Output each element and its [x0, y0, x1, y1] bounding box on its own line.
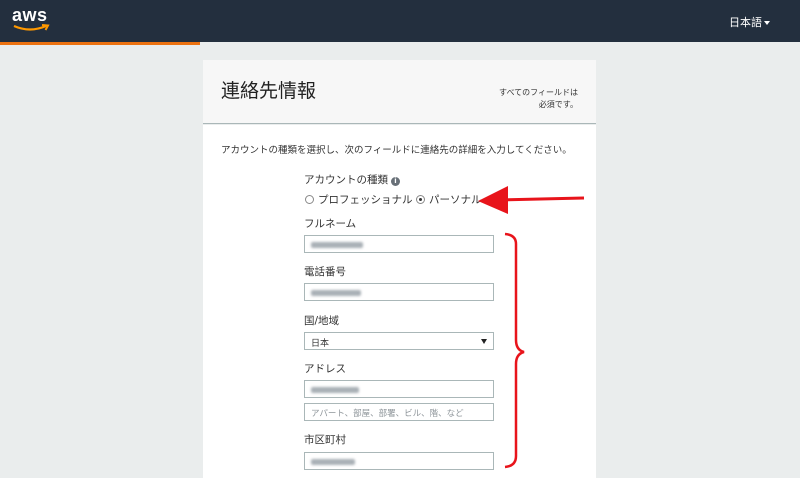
blurred-value	[311, 290, 361, 296]
caret-down-icon	[764, 21, 770, 25]
radio-button-professional[interactable]	[305, 195, 314, 204]
personal-label: パーソナル	[429, 194, 482, 206]
phone-label: 電話番号	[304, 266, 346, 278]
country-value: 日本	[311, 339, 330, 349]
required-note-line1: すべてのフィールドは	[499, 88, 578, 97]
intro-text: アカウントの種類を選択し、次のフィールドに連絡先の詳細を入力してください。	[221, 145, 572, 156]
info-icon[interactable]: i	[391, 177, 400, 186]
blurred-value	[311, 387, 359, 393]
phone-input[interactable]	[304, 283, 494, 301]
full-name-label: フルネーム	[304, 218, 357, 230]
smile-arrow-icon	[13, 24, 50, 31]
account-type-label: アカウントの種類 i	[304, 172, 400, 187]
country-label: 国/地域	[304, 315, 340, 327]
caret-down-icon	[481, 339, 487, 344]
address-line1-input[interactable]	[304, 380, 494, 398]
radio-button-personal[interactable]	[416, 195, 425, 204]
city-input[interactable]	[304, 452, 494, 470]
progress-fill	[0, 42, 200, 45]
blurred-value	[311, 459, 355, 465]
page-title: 連絡先情報	[221, 80, 317, 102]
contact-form: アカウントの種類を選択し、次のフィールドに連絡先の詳細を入力してください。 アカ…	[203, 125, 596, 478]
personal-radio[interactable]: パーソナル	[416, 192, 482, 207]
card-header: 連絡先情報 すべてのフィールドは 必須です。	[203, 60, 596, 124]
full-name-input[interactable]	[304, 235, 494, 253]
address-line2-placeholder: アパート、部屋、部署、ビル、階、など	[311, 409, 464, 419]
signup-progress-bar	[0, 42, 800, 45]
account-type-label-text: アカウントの種類	[304, 174, 388, 186]
professional-radio[interactable]: プロフェッショナル	[305, 192, 413, 207]
required-note-line2: 必須です。	[538, 100, 578, 109]
logo-text: aws	[12, 5, 48, 25]
address-label: アドレス	[304, 363, 346, 375]
language-label: 日本語	[729, 16, 762, 29]
required-note: すべてのフィールドは 必須です。	[499, 87, 578, 111]
professional-label: プロフェッショナル	[318, 194, 413, 206]
city-label: 市区町村	[304, 434, 346, 446]
blurred-value	[311, 242, 363, 248]
country-select[interactable]: 日本	[304, 332, 494, 350]
aws-logo[interactable]: aws	[12, 5, 56, 35]
language-selector[interactable]: 日本語	[729, 14, 770, 30]
top-nav-bar: aws 日本語	[0, 0, 800, 42]
address-line2-input[interactable]: アパート、部屋、部署、ビル、階、など	[304, 403, 494, 421]
